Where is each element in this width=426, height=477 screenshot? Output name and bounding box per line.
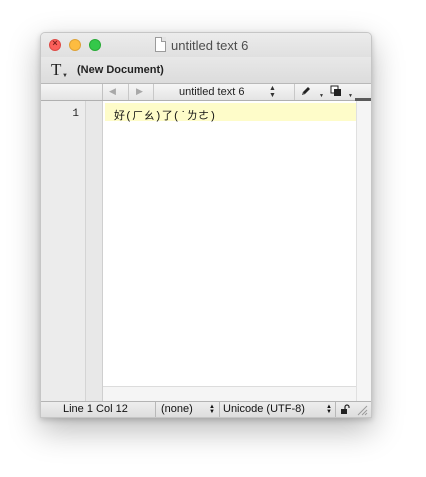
fold-column[interactable]	[86, 101, 103, 401]
navbar-divider	[153, 84, 154, 100]
vertical-scrollbar[interactable]	[356, 101, 371, 401]
toolbar: T ▼ (New Document)	[41, 57, 371, 84]
text-editor[interactable]: 好(ㄏㄠ)了(˙ㄌㄜ)	[103, 101, 356, 387]
statusbar-divider	[155, 402, 156, 417]
horizontal-scrollbar[interactable]	[103, 387, 356, 401]
navbar-divider	[294, 84, 295, 100]
title-bar[interactable]: × untitled text 6	[41, 33, 371, 57]
syntax-mode-selector[interactable]: (none)	[161, 403, 193, 415]
text-menu-icon[interactable]: T	[51, 60, 61, 80]
line-number-gutter: 1	[41, 101, 86, 401]
syntax-updown-icon[interactable]: ▲ ▼	[209, 404, 215, 415]
statusbar-divider	[219, 402, 220, 417]
zoom-button[interactable]	[89, 39, 101, 51]
document-icon	[155, 37, 166, 52]
copy-menu-chevron-icon[interactable]: ▼	[348, 93, 353, 99]
navbar-gutter-spacer	[41, 84, 103, 100]
navigation-bar: ◀ ▶ untitled text 6 ▲ ▼ ▼ ▼	[41, 84, 371, 101]
resize-grip-icon[interactable]	[357, 405, 368, 416]
window-title: untitled text 6	[171, 38, 249, 53]
close-button[interactable]: ×	[49, 38, 61, 51]
back-arrow-icon[interactable]: ◀	[109, 86, 116, 97]
document-selector[interactable]: untitled text 6	[179, 86, 244, 98]
editor-line[interactable]: 好(ㄏㄠ)了(˙ㄌㄜ)	[114, 107, 216, 123]
line-number: 1	[72, 108, 79, 120]
current-line-highlight: 好(ㄏㄠ)了(˙ㄌㄜ)	[105, 103, 356, 123]
navbar-divider	[128, 84, 129, 100]
pen-icon[interactable]	[300, 85, 312, 100]
text-menu-chevron-icon[interactable]: ▼	[62, 73, 68, 79]
status-bar: Line 1 Col 12 (none) ▲ ▼ Unicode (UTF-8) …	[41, 401, 371, 417]
copy-icon[interactable]	[330, 85, 342, 100]
lock-icon[interactable]	[340, 404, 350, 414]
forward-arrow-icon[interactable]: ▶	[136, 86, 143, 97]
document-selector-updown-icon[interactable]: ▲ ▼	[269, 85, 276, 99]
minimize-button[interactable]	[69, 39, 81, 51]
encoding-updown-icon[interactable]: ▲ ▼	[326, 404, 332, 415]
pen-menu-chevron-icon[interactable]: ▼	[319, 93, 324, 99]
close-x-icon: ×	[52, 38, 58, 48]
editor-window: × untitled text 6 T ▼ (New Document) ◀ ▶…	[40, 32, 372, 418]
encoding-selector[interactable]: Unicode (UTF-8)	[223, 403, 305, 415]
cursor-position[interactable]: Line 1 Col 12	[63, 403, 128, 415]
statusbar-divider	[335, 402, 336, 417]
document-state-label: (New Document)	[77, 64, 164, 76]
